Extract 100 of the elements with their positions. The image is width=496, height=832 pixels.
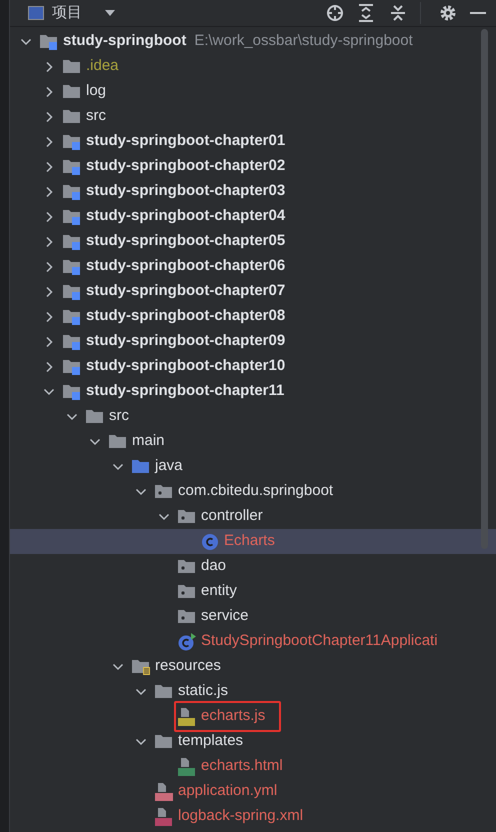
tree-row[interactable]: application.yml	[10, 779, 496, 804]
tree-item-label: study-springboot-chapter09	[86, 331, 286, 352]
tree-row[interactable]: study-springboot-chapter11	[10, 379, 496, 404]
tree-item-label: study-springboot	[63, 31, 186, 52]
package-folder-icon	[178, 608, 196, 626]
collapse-all-icon[interactable]	[390, 4, 406, 22]
tree-row[interactable]: study-springboot E:\work_ossbar\study-springboot	[10, 29, 496, 54]
tree-item-label: controller	[201, 506, 263, 526]
tree-item-label: Echarts	[224, 531, 275, 552]
tree-item-label: study-springboot-chapter05	[86, 231, 286, 252]
tree-row[interactable]: study-springboot-chapter05	[10, 229, 496, 254]
tree-row[interactable]: study-springboot-chapter03	[10, 179, 496, 204]
tree-item-label: echarts.js	[201, 706, 266, 726]
tree-row[interactable]: study-springboot-chapter08	[10, 304, 496, 329]
tree-row[interactable]: com.cbitedu.springboot	[10, 479, 496, 504]
tree-row[interactable]: .idea	[10, 54, 496, 79]
module-folder-icon	[63, 332, 81, 350]
html-file-icon	[178, 758, 196, 776]
dropdown-caret-icon[interactable]	[104, 9, 116, 17]
module-folder-icon	[63, 282, 81, 300]
tree-row[interactable]: src	[10, 104, 496, 129]
folder-icon	[86, 408, 104, 426]
tree-row[interactable]: logback-spring.xml	[10, 804, 496, 829]
tree-row[interactable]: study-springboot-chapter09	[10, 329, 496, 354]
tree-row[interactable]: echarts.js	[10, 704, 496, 729]
tree-row[interactable]: StudySpringbootChapter11Applicati	[10, 629, 496, 654]
tree-item-label: dao	[201, 556, 226, 576]
tree-item-label: static.js	[178, 681, 228, 702]
module-folder-icon	[63, 208, 81, 226]
tree-row[interactable]: log	[10, 79, 496, 104]
module-folder-icon	[63, 382, 81, 400]
tree-item-label: StudySpringbootChapter11Applicati	[201, 631, 438, 652]
tree-item-label: src	[109, 406, 129, 426]
yaml-file-icon	[155, 782, 173, 800]
minimize-icon[interactable]	[470, 11, 486, 15]
tree-row[interactable]: java	[10, 454, 496, 479]
tree-item-label: entity	[201, 581, 237, 602]
tree-row[interactable]: static.js	[10, 679, 496, 704]
tree-item-label: resources	[155, 656, 221, 676]
tree-row[interactable]: controller	[10, 504, 496, 529]
package-folder-icon	[178, 582, 196, 600]
folder-icon	[155, 682, 173, 700]
package-folder-icon	[178, 508, 196, 526]
module-folder-icon	[63, 182, 81, 200]
tree-row[interactable]: entity	[10, 579, 496, 604]
locate-icon[interactable]	[326, 4, 344, 22]
tree-row[interactable]: echarts.html	[10, 754, 496, 779]
package-folder-icon	[155, 482, 173, 500]
tree-row[interactable]: study-springboot-chapter10	[10, 354, 496, 379]
tree-row[interactable]: templates	[10, 729, 496, 754]
tree-item-label: study-springboot-chapter03	[86, 181, 286, 202]
tree-row[interactable]: dao	[10, 554, 496, 579]
tree-item-label: study-springboot-chapter11	[86, 381, 284, 402]
folder-icon	[63, 108, 81, 126]
tree-item-label: study-springboot-chapter08	[86, 306, 286, 326]
source-folder-icon	[132, 458, 150, 476]
tree-item-label: log	[86, 81, 106, 102]
module-folder-icon	[63, 132, 81, 150]
tree-item-label: java	[155, 456, 183, 476]
tree-item-label: templates	[178, 731, 244, 752]
tree-row[interactable]: study-springboot-chapter02	[10, 154, 496, 179]
module-folder-icon	[63, 158, 81, 176]
javascript-file-icon	[178, 708, 196, 726]
tree-item-label: study-springboot-chapter10	[86, 356, 286, 376]
module-folder-icon	[63, 358, 81, 376]
resources-folder-icon	[132, 658, 150, 676]
tree-item-label: service	[201, 606, 249, 626]
folder-icon	[109, 432, 127, 450]
tree-item-label: study-springboot-chapter02	[86, 156, 286, 176]
tree-item-label: study-springboot-chapter04	[86, 206, 286, 226]
tree-item-label: study-springboot-chapter07	[86, 281, 286, 302]
folder-icon	[155, 732, 173, 750]
tree-row[interactable]: study-springboot-chapter01	[10, 129, 496, 154]
tree-item-label: .idea	[86, 56, 119, 76]
tree-item-label: src	[86, 106, 106, 126]
module-folder-icon	[40, 32, 58, 50]
tree-row[interactable]: study-springboot-chapter04	[10, 204, 496, 229]
module-folder-icon	[63, 232, 81, 250]
tree-item-label: study-springboot-chapter01	[86, 131, 286, 152]
tree-row[interactable]: service	[10, 604, 496, 629]
module-folder-icon	[63, 258, 81, 276]
tree-item-label: study-springboot-chapter06	[86, 256, 286, 276]
folder-icon	[63, 58, 81, 76]
folder-icon	[63, 82, 81, 100]
module-folder-icon	[63, 308, 81, 326]
tree-item-label: com.cbitedu.springboot	[178, 481, 334, 502]
tree-item-label: main	[132, 431, 165, 452]
window-icon	[28, 6, 44, 20]
scrollbar-thumb[interactable]	[481, 29, 488, 549]
tree-row[interactable]: main	[10, 429, 496, 454]
tree-item-label: application.yml	[178, 781, 278, 802]
tree-row[interactable]: src	[10, 404, 496, 429]
settings-icon[interactable]	[439, 4, 457, 22]
runnable-class-icon	[178, 632, 196, 650]
package-folder-icon	[178, 558, 196, 576]
expand-all-icon[interactable]	[358, 4, 374, 22]
tree-row[interactable]: resources	[10, 654, 496, 679]
class-icon	[201, 532, 219, 550]
tree-row[interactable]: study-springboot-chapter07	[10, 279, 496, 304]
tree-row[interactable]: study-springboot-chapter06	[10, 254, 496, 279]
